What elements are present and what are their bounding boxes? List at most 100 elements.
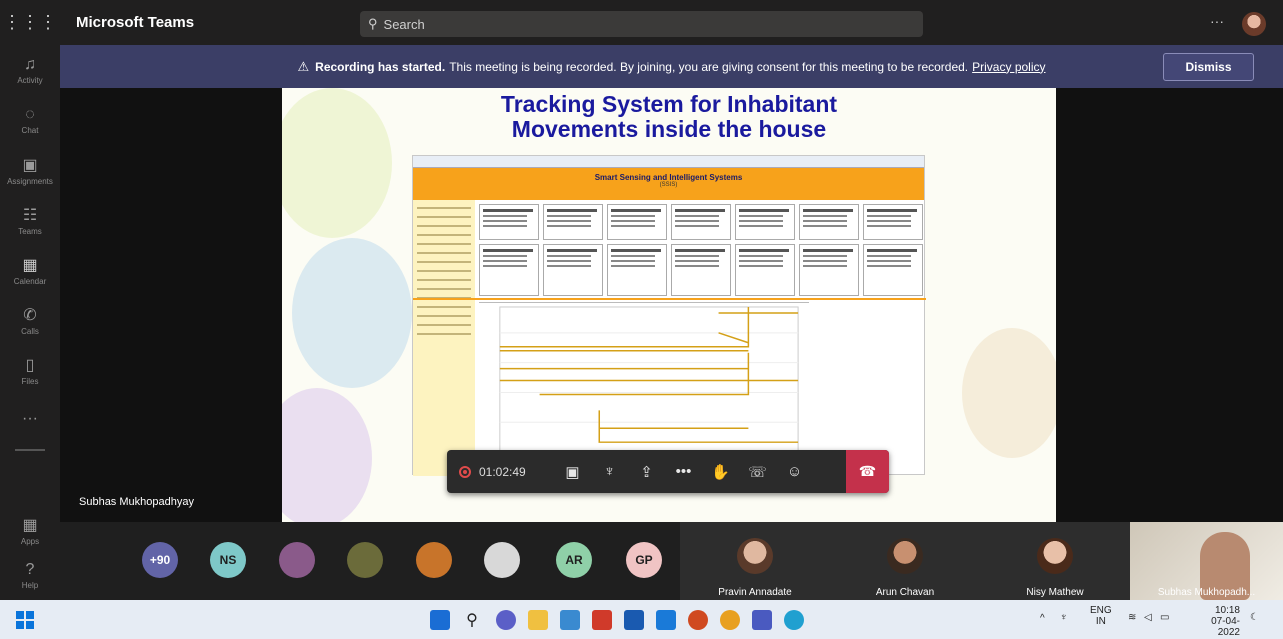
embedded-header: Smart Sensing and Intelligent Systems (S…: [413, 168, 924, 200]
rail-item-help[interactable]: ? Help: [0, 550, 60, 600]
participant-name: Pravin Annadate: [718, 587, 792, 598]
chrome-icon[interactable]: [720, 610, 740, 630]
participant-avatar[interactable]: [484, 542, 520, 578]
sensor-card: [479, 204, 539, 240]
recording-banner: ⚠ Recording has started. This meeting is…: [60, 45, 1283, 88]
share-button[interactable]: ⇪: [628, 450, 665, 493]
presenter-name: Subhas Mukhopadhyay: [79, 496, 194, 508]
search-icon: ⚲: [368, 16, 378, 31]
file-icon: ▯: [25, 356, 35, 374]
clock[interactable]: 10:18 07-04-2022: [1190, 605, 1240, 638]
teams-window: ⋮⋮⋮ Microsoft Teams ⚲ Search ··· ♫ Activi…: [0, 0, 1283, 639]
participant-tile[interactable]: Nisy Mathew: [980, 522, 1130, 600]
participant-avatar[interactable]: AR: [556, 542, 592, 578]
rail-item-activity[interactable]: ♫ Activity: [0, 45, 60, 95]
history-card: [479, 244, 539, 296]
participant-avatar[interactable]: [279, 542, 315, 578]
slide-title-line1: Tracking System for Inhabitant: [500, 91, 838, 117]
rail-item-label: Help: [21, 580, 39, 590]
file-explorer-icon[interactable]: [528, 610, 548, 630]
slide-title-line2: Movements inside the house: [511, 116, 827, 142]
embedded-header-title: Smart Sensing and Intelligent Systems: [594, 173, 743, 182]
participants-button[interactable]: ☺: [776, 450, 813, 493]
balloon-decoration: [292, 238, 412, 388]
rail-item-calendar[interactable]: ▦ Calendar: [0, 245, 60, 295]
slide-title: Tracking System for Inhabitant Movements…: [282, 92, 1056, 142]
rail-item-more[interactable]: ···: [0, 395, 60, 445]
start-icon[interactable]: [430, 610, 450, 630]
app-icon[interactable]: [560, 610, 580, 630]
participant-name: Arun Chavan: [875, 587, 935, 598]
teams-chat-icon[interactable]: [496, 610, 516, 630]
edge-icon[interactable]: [784, 610, 804, 630]
more-actions-button[interactable]: •••: [665, 450, 702, 493]
notifications-icon[interactable]: ☾: [1250, 612, 1259, 623]
microphone-icon[interactable]: ♆: [1060, 612, 1068, 623]
search-icon[interactable]: ⚲: [462, 610, 482, 630]
teams-app-icon[interactable]: [752, 610, 772, 630]
clock-time: 10:18: [1214, 605, 1240, 616]
app-launcher-icon[interactable]: ⋮⋮⋮: [0, 0, 60, 45]
leave-call-button[interactable]: ☎: [846, 450, 889, 493]
rail-item-apps[interactable]: ▦ Apps: [0, 505, 60, 555]
recording-indicator: 01:02:49: [459, 465, 554, 479]
word-icon[interactable]: [624, 610, 644, 630]
more-options-button[interactable]: ···: [1210, 13, 1224, 29]
user-avatar[interactable]: [1242, 12, 1266, 36]
embedded-divider: [413, 298, 926, 300]
language-code: ENG: [1090, 605, 1112, 616]
battery-icon[interactable]: ▭: [1160, 612, 1169, 623]
participant-avatar[interactable]: GP: [626, 542, 662, 578]
mute-button[interactable]: ♆: [591, 450, 628, 493]
language-indicator[interactable]: ENG IN: [1090, 605, 1112, 627]
camera-off-icon: ▣: [565, 463, 580, 481]
privacy-policy-link[interactable]: Privacy policy: [972, 60, 1045, 74]
participant-tile[interactable]: Arun Chavan: [830, 522, 980, 600]
participant-tile[interactable]: Pravin Annadate: [680, 522, 830, 600]
rail-item-label: Calls: [21, 326, 39, 336]
chevron-up-icon[interactable]: ^: [1040, 613, 1045, 624]
overflow-participants-button[interactable]: +90: [142, 542, 178, 578]
rail-item-label: Files: [21, 376, 39, 386]
rail-item-chat[interactable]: ◌ Chat: [0, 95, 60, 145]
rail-item-assignments[interactable]: ▣ Assignments: [0, 145, 60, 195]
app-rail: ♫ Activity ◌ Chat ▣ Assignments ☷ Teams ▦ Cal…: [0, 45, 60, 600]
chat-button[interactable]: ☏: [739, 450, 776, 493]
participant-photo: [737, 538, 773, 574]
record-icon: [459, 465, 471, 478]
raise-hand-button[interactable]: ✋: [702, 450, 739, 493]
history-card: [799, 244, 859, 296]
sensor-card: [735, 204, 795, 240]
powerpoint-icon[interactable]: [688, 610, 708, 630]
more-icon: •••: [675, 463, 692, 480]
outlook-icon[interactable]: [656, 610, 676, 630]
chat-icon: ☏: [748, 463, 767, 481]
rail-item-label: Activity: [17, 75, 43, 85]
teams-icon: ☷: [22, 206, 38, 224]
people-icon: ☺: [786, 463, 803, 480]
sensor-card: [671, 204, 731, 240]
balloon-decoration: [962, 328, 1056, 458]
embedded-header-sub: (SSIS): [659, 182, 678, 188]
rail-item-files[interactable]: ▯ Files: [0, 345, 60, 395]
volume-icon[interactable]: ◁: [1144, 612, 1152, 623]
search-input[interactable]: ⚲ Search: [360, 11, 923, 37]
movement-chart: [479, 302, 809, 474]
embedded-webpage-screenshot: Smart Sensing and Intelligent Systems (S…: [412, 155, 926, 476]
phone-icon: ✆: [23, 306, 37, 324]
dismiss-button[interactable]: Dismiss: [1163, 53, 1254, 81]
rail-item-label: Calendar: [13, 276, 47, 286]
camera-off-button[interactable]: ▣: [554, 450, 591, 493]
participant-avatar[interactable]: NS: [210, 542, 246, 578]
windows-start-button[interactable]: [16, 611, 34, 629]
pdf-reader-icon[interactable]: [592, 610, 612, 630]
participant-photo: [1037, 538, 1073, 574]
participant-tile[interactable]: Subhas Mukhopadh...: [1130, 522, 1283, 600]
rail-item-teams[interactable]: ☷ Teams: [0, 195, 60, 245]
participant-avatar[interactable]: [347, 542, 383, 578]
search-placeholder: Search: [383, 16, 425, 32]
rail-item-calls[interactable]: ✆ Calls: [0, 295, 60, 345]
help-icon: ?: [25, 560, 35, 578]
wifi-icon[interactable]: ≋: [1128, 612, 1136, 623]
participant-avatar[interactable]: [416, 542, 452, 578]
